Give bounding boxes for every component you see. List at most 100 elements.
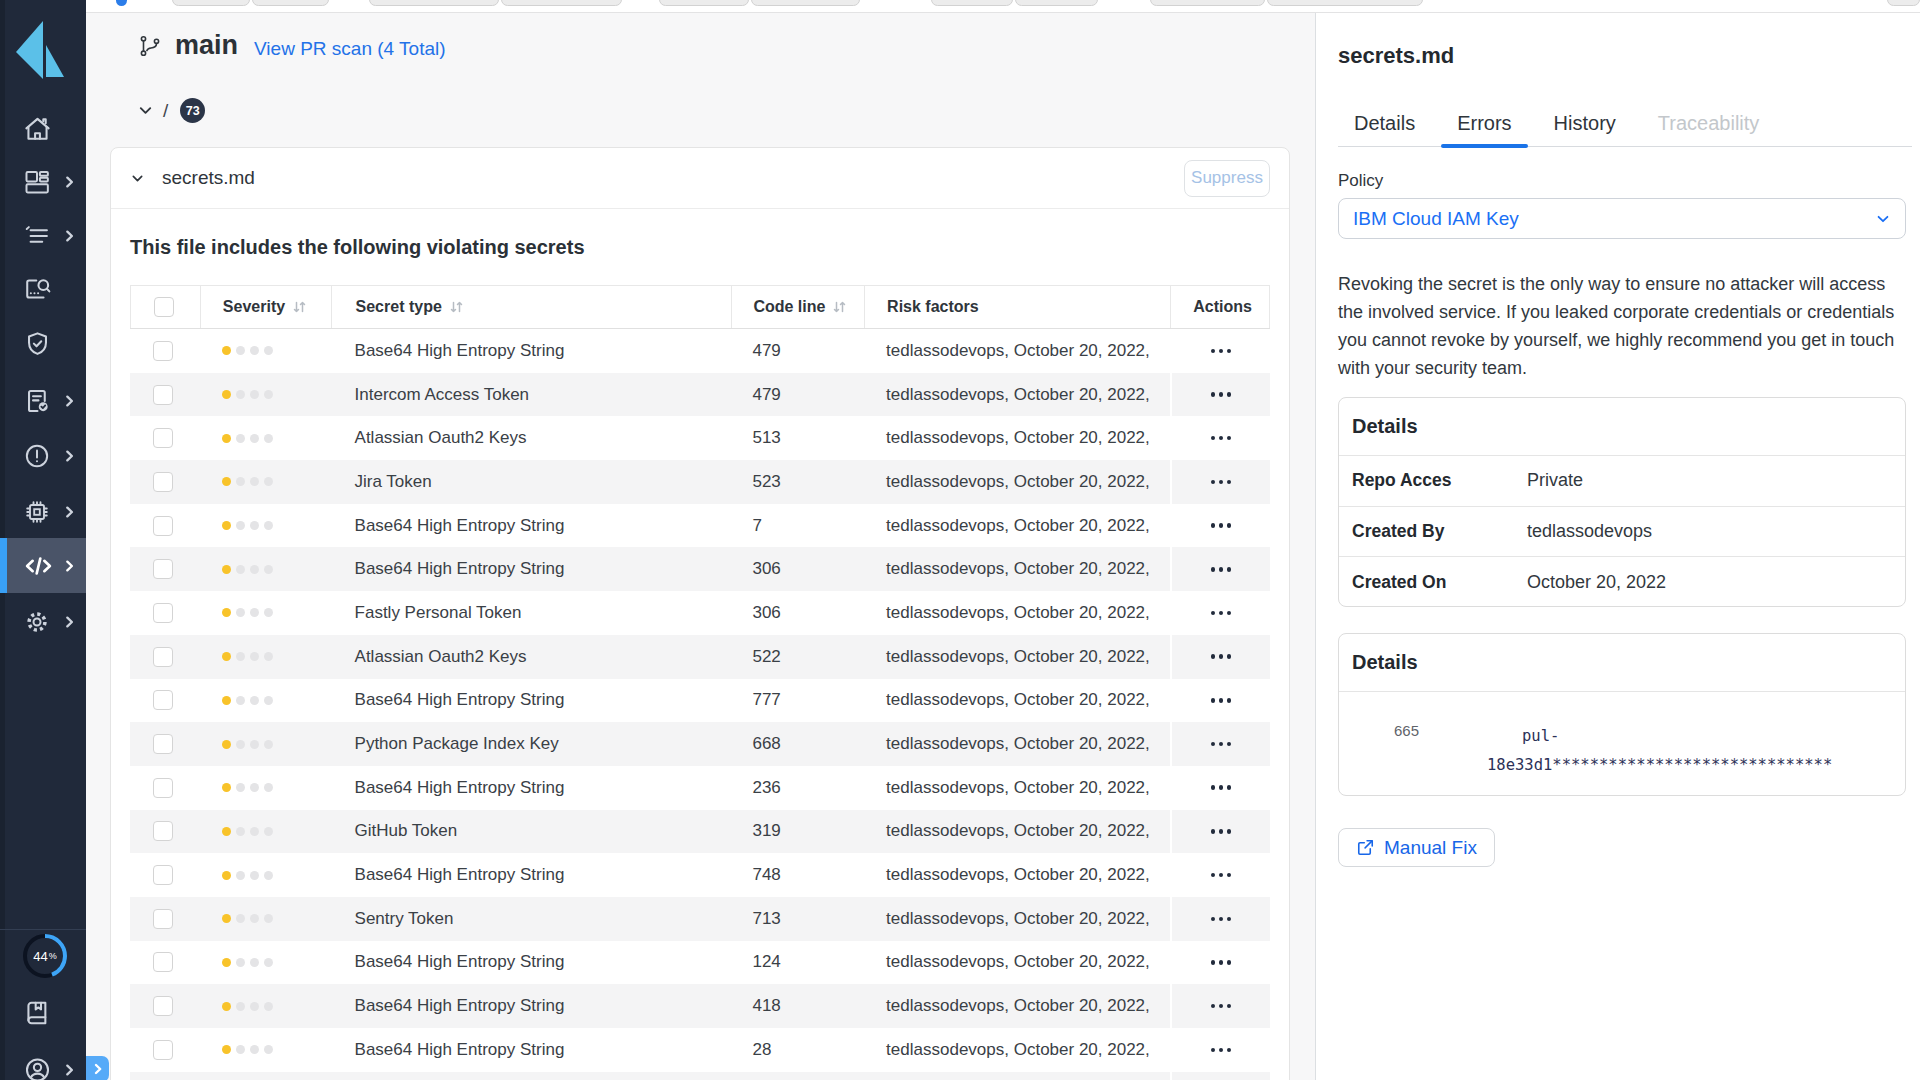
chevron-down-icon[interactable] [137, 102, 154, 119]
app-logo[interactable] [0, 0, 86, 90]
row-checkbox[interactable] [153, 821, 173, 841]
table-row[interactable]: Sentry Token713tedlassodevops, October 2… [130, 897, 1270, 941]
policy-select[interactable]: IBM Cloud IAM Key [1338, 198, 1906, 239]
table-row[interactable]: Atlassian Oauth2 Keys513tedlassodevops, … [130, 416, 1270, 460]
table-row[interactable] [130, 1072, 1270, 1080]
table-row[interactable]: GitHub Token319tedlassodevops, October 2… [130, 810, 1270, 854]
tab-details[interactable]: Details [1338, 112, 1431, 146]
risk-factors-cell [864, 1072, 1170, 1080]
table-row[interactable]: Python Package Index Key668tedlassodevop… [130, 722, 1270, 766]
table-row[interactable]: Base64 High Entropy String306tedlassodev… [130, 547, 1270, 591]
table-row[interactable]: Base64 High Entropy String28tedlassodevo… [130, 1028, 1270, 1072]
file-card-subtitle: This file includes the following violati… [130, 236, 1270, 259]
sidebar-item-reports[interactable] [0, 373, 86, 428]
sidebar-item-hardware[interactable] [0, 484, 86, 539]
row-actions-button[interactable] [1211, 567, 1232, 572]
row-checkbox[interactable] [153, 690, 173, 710]
sidebar-item-alerts[interactable] [0, 428, 86, 483]
row-checkbox[interactable] [153, 865, 173, 885]
row-actions-button[interactable] [1211, 1004, 1232, 1009]
row-checkbox[interactable] [153, 341, 173, 361]
row-checkbox[interactable] [153, 996, 173, 1016]
sidebar-item-code-active[interactable] [0, 538, 86, 593]
column-header-code-line[interactable]: Code line [731, 286, 864, 328]
table-row[interactable]: Base64 High Entropy String777tedlassodev… [130, 679, 1270, 723]
table-row[interactable]: Base64 High Entropy String748tedlassodev… [130, 853, 1270, 897]
code-line-cell: 522 [731, 635, 864, 679]
table-row[interactable]: Fastly Personal Token306tedlassodevops, … [130, 591, 1270, 635]
redacted-tab [252, 0, 329, 6]
row-checkbox[interactable] [153, 734, 173, 754]
row-actions-button[interactable] [1211, 698, 1232, 703]
table-row[interactable]: Intercom Access Token479tedlassodevops, … [130, 373, 1270, 417]
row-actions-button[interactable] [1211, 436, 1232, 441]
code-line-cell: 124 [731, 941, 864, 985]
table-row[interactable]: Base64 High Entropy String7tedlassodevop… [130, 504, 1270, 548]
row-checkbox[interactable] [153, 559, 173, 579]
secret-type-cell: Base64 High Entropy String [331, 853, 732, 897]
select-all-checkbox[interactable] [154, 297, 174, 317]
secret-type-cell: Base64 High Entropy String [331, 766, 732, 810]
tab-traceability[interactable]: Traceability [1642, 112, 1776, 146]
sidebar-item-list[interactable] [0, 208, 86, 263]
row-actions-button[interactable] [1211, 654, 1232, 659]
row-actions-button[interactable] [1211, 829, 1232, 834]
table-row[interactable]: Atlassian Oauth2 Keys522tedlassodevops, … [130, 635, 1270, 679]
row-actions-button[interactable] [1211, 917, 1232, 922]
row-checkbox[interactable] [153, 516, 173, 536]
chevron-right-icon [63, 449, 76, 462]
row-checkbox[interactable] [153, 428, 173, 448]
manual-fix-button[interactable]: Manual Fix [1338, 828, 1495, 867]
view-pr-scan-link[interactable]: View PR scan (4 Total) [254, 38, 446, 60]
column-header-secret-type[interactable]: Secret type [331, 286, 732, 328]
tab-history[interactable]: History [1538, 112, 1632, 146]
scan-progress-ring[interactable]: 44% [22, 933, 68, 979]
row-actions-button[interactable] [1211, 960, 1232, 965]
row-actions-button[interactable] [1211, 523, 1232, 528]
code-snippet: 665 pul- 18e33d1************************… [1339, 692, 1905, 780]
row-actions-button[interactable] [1211, 742, 1232, 747]
table-row[interactable]: Base64 High Entropy String479tedlassodev… [130, 329, 1270, 373]
row-actions-button[interactable] [1211, 785, 1232, 790]
sidebar-item-dashboard[interactable] [0, 154, 86, 209]
code-line-2: 18e33d1****************************** [1487, 751, 1832, 780]
table-row[interactable]: Base64 High Entropy String236tedlassodev… [130, 766, 1270, 810]
suppress-button[interactable]: Suppress [1184, 160, 1270, 197]
table-row[interactable]: Jira Token523tedlassodevops, October 20,… [130, 460, 1270, 504]
tab-errors[interactable]: Errors [1441, 112, 1527, 146]
sidebar-expand-handle[interactable] [86, 1056, 109, 1080]
file-card-header: secrets.md Suppress [111, 148, 1289, 209]
details-row-value: October 20, 2022 [1527, 572, 1666, 593]
row-actions-button[interactable] [1211, 480, 1232, 485]
sidebar-item-account[interactable] [0, 1042, 86, 1080]
chevron-down-icon[interactable] [130, 171, 145, 186]
row-checkbox[interactable] [153, 778, 173, 798]
row-actions-button[interactable] [1211, 392, 1232, 397]
chevron-right-icon [92, 1063, 104, 1075]
sidebar-item-settings[interactable] [0, 594, 86, 649]
sidebar-item-security[interactable] [0, 316, 86, 371]
row-checkbox[interactable] [153, 952, 173, 972]
sidebar-item-docs[interactable] [0, 985, 86, 1040]
secret-type-cell: Python Package Index Key [331, 722, 732, 766]
column-header-severity[interactable]: Severity [200, 286, 331, 328]
row-checkbox[interactable] [153, 909, 173, 929]
row-checkbox[interactable] [153, 472, 173, 492]
row-checkbox[interactable] [153, 1040, 173, 1060]
row-checkbox[interactable] [153, 647, 173, 667]
row-actions-button[interactable] [1211, 1048, 1232, 1053]
sidebar-item-scan[interactable] [0, 261, 86, 316]
row-checkbox[interactable] [153, 603, 173, 623]
table-row[interactable]: Base64 High Entropy String418tedlassodev… [130, 984, 1270, 1028]
table-row[interactable]: Base64 High Entropy String124tedlassodev… [130, 941, 1270, 985]
redacted-tab [1015, 0, 1098, 6]
details-row: Repo AccesPrivate [1339, 456, 1905, 507]
table-body: Base64 High Entropy String479tedlassodev… [130, 329, 1270, 1080]
details-row-label: Repo Acces [1339, 470, 1527, 491]
row-actions-button[interactable] [1211, 873, 1232, 878]
row-checkbox[interactable] [153, 385, 173, 405]
sidebar-item-home[interactable] [0, 101, 86, 156]
risk-factors-cell: tedlassodevops, October 20, 2022, [864, 766, 1170, 810]
row-actions-button[interactable] [1211, 349, 1232, 354]
row-actions-button[interactable] [1211, 611, 1232, 616]
